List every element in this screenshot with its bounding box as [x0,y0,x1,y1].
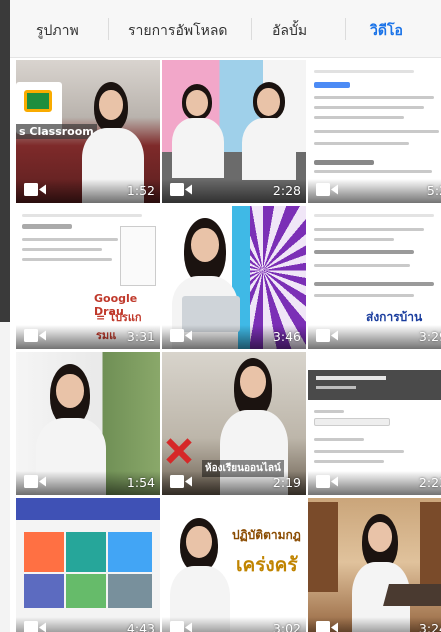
video-duration: 4:43 [126,621,155,632]
media-tabs: รูปภาพ รายการอัพโหลด อัลบั้ม วิดีโอ [10,0,441,58]
video-camera-icon [24,475,46,488]
video-duration: 3:29 [418,329,441,344]
tab-videos[interactable]: วิดีโอ [370,20,403,42]
video-thumbnail[interactable]: ส่งการบ้าน 3:29 [308,206,441,349]
video-camera-icon [24,329,46,342]
video-duration: 2:28 [272,183,301,198]
video-duration: 2:23 [418,475,441,490]
video-thumbnail[interactable]: 2:23 [308,352,441,495]
tab-divider [108,18,109,40]
video-duration: 1:54 [126,475,155,490]
video-duration: 3:46 [272,329,301,344]
video-thumbnail[interactable]: ห้องเรียนออนไลน์ 2:19 [162,352,306,495]
video-thumbnail[interactable]: 1:54 [16,352,160,495]
video-thumbnail[interactable]: 2:28 [162,60,306,203]
video-camera-icon [170,475,192,488]
video-thumbnail[interactable]: ปฏิบัติตามกฎ เคร่งครั 3:02 [162,498,306,632]
video-thumbnail[interactable]: Google Drau = โปรแกรมแ 3:31 [16,206,160,349]
video-duration: 3:24 [418,621,441,632]
video-thumbnail[interactable]: 3:24 [308,498,441,632]
video-camera-icon [316,183,338,196]
tab-divider [251,18,252,40]
tab-albums[interactable]: อัลบั้ม [272,20,307,42]
tab-uploads[interactable]: รายการอัพโหลด [128,20,228,42]
video-camera-icon [24,621,46,632]
overlay-title: ปฏิบัติตามกฎ [232,528,301,542]
video-duration: 2:19 [272,475,301,490]
video-camera-icon [170,621,192,632]
video-thumbnail[interactable]: 3:46 [162,206,306,349]
video-thumbnail[interactable]: s Classroom 1:52 [16,60,160,203]
video-grid: s Classroom 1:52 2:28 5: Google Drau = โ… [12,58,441,632]
video-duration: 3:02 [272,621,301,632]
video-duration: 3:31 [126,329,155,344]
video-camera-icon [316,475,338,488]
video-camera-icon [316,621,338,632]
background-panel [0,0,10,632]
video-thumbnail[interactable]: 5:2 [308,60,441,203]
video-camera-icon [170,329,192,342]
video-camera-icon [170,183,192,196]
video-camera-icon [24,183,46,196]
video-duration: 1:52 [126,183,155,198]
video-thumbnail[interactable]: 4:43 [16,498,160,632]
tab-photos[interactable]: รูปภาพ [36,20,79,42]
overlay-subtitle: เคร่งครั [236,554,298,576]
tab-divider [345,18,346,40]
video-camera-icon [316,329,338,342]
video-duration: 5:2 [426,183,441,198]
